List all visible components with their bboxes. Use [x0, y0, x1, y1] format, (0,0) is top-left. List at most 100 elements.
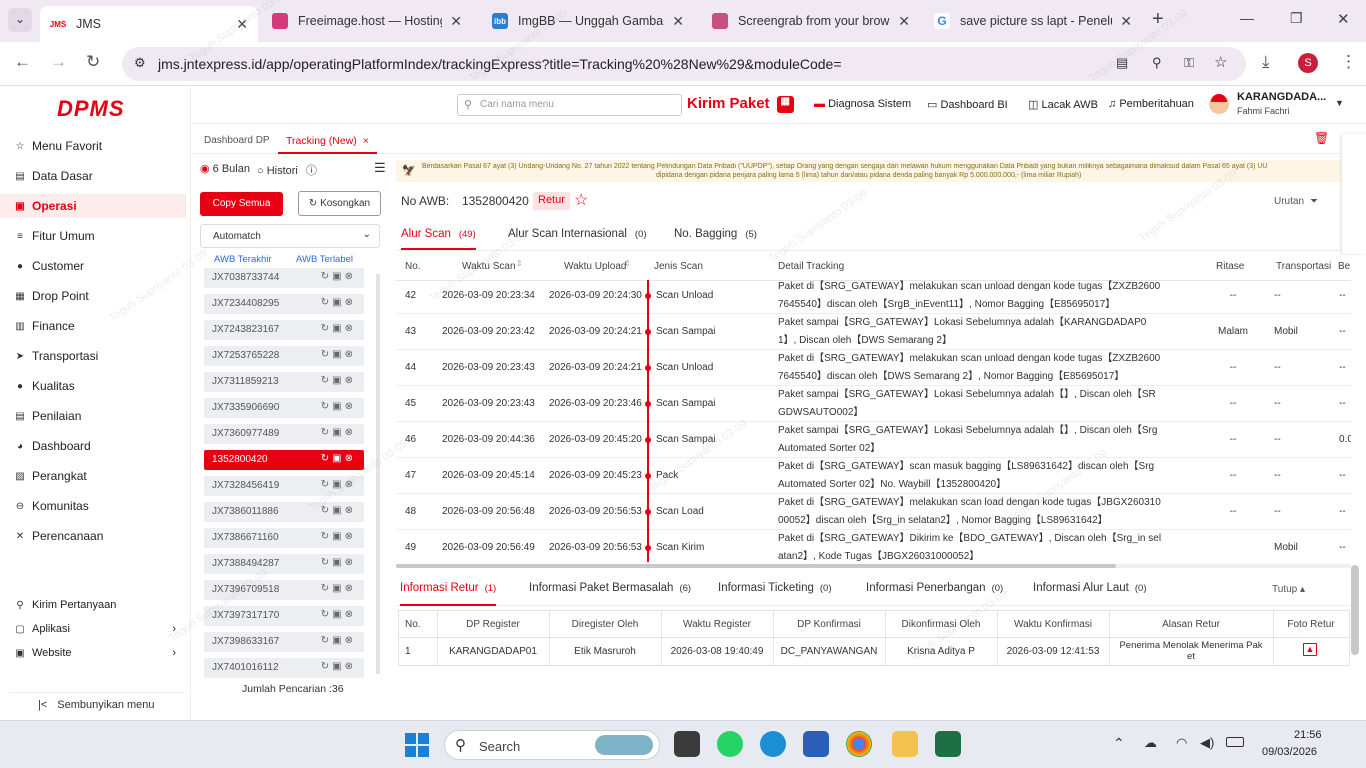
list-toggle-icon[interactable]: ☰ [374, 160, 386, 176]
awb-row-actions-icon[interactable]: ↻▣⊗ [321, 661, 356, 672]
file-explorer-icon[interactable] [892, 731, 918, 757]
info-tab-1[interactable]: Informasi Retur (1) [400, 582, 497, 606]
awb-list-item[interactable]: JX7328456419 ↻▣⊗ [204, 476, 364, 496]
sidebar-item-kualitas[interactable]: ● Kualitas [0, 374, 186, 398]
sidebar-item-penilaian[interactable]: ▤ Penilaian [0, 404, 186, 428]
close-tab-icon[interactable]: ✕ [672, 13, 684, 30]
tab-google[interactable]: G save picture ss lapt - Penelu ✕ [924, 6, 1142, 36]
sidebar-item-data-dasar[interactable]: ▤ Data Dasar [0, 164, 186, 188]
tab-dashboard-dp[interactable]: Dashboard DP [204, 135, 270, 146]
awb-row-actions-icon[interactable]: ↻▣⊗ [321, 349, 356, 360]
awb-row-actions-icon[interactable]: ↻▣⊗ [321, 531, 356, 542]
sort-icon[interactable]: ⇕ [516, 259, 523, 268]
awb-row-actions-icon[interactable]: ↻▣⊗ [321, 479, 356, 490]
trash-icon[interactable]: 🗑 [1314, 131, 1329, 145]
awb-list-item[interactable]: JX7388494287 ↻▣⊗ [204, 554, 364, 574]
awb-list-item[interactable]: JX7401016112 ↻▣⊗ [204, 658, 364, 678]
copy-all-button[interactable]: Copy Semua [200, 192, 283, 216]
awb-list-item[interactable]: JX7253765228 ↻▣⊗ [204, 346, 364, 366]
awb-list-item[interactable]: JX7397317170 ↻▣⊗ [204, 606, 364, 626]
awb-list-item[interactable]: JX7398633167 ↻▣⊗ [204, 632, 364, 652]
radio-histori[interactable]: ○ Histori ⓘ [257, 162, 317, 178]
awb-list-item[interactable]: JX7038733744 ↻▣⊗ [204, 268, 364, 288]
zoom-icon[interactable]: ⚲ [1152, 55, 1162, 71]
tab-freeimage[interactable]: Freeimage.host — Hosting G ✕ [262, 6, 472, 36]
favorite-star-icon[interactable]: ☆ [574, 190, 588, 210]
user-dropdown-icon[interactable]: ▼ [1335, 98, 1344, 108]
download-icon[interactable]: ⤓ [1262, 52, 1270, 72]
tab-search-button[interactable]: ⌄ [8, 8, 32, 32]
sidebar-bottom-kirim-pertanyaan[interactable]: ⚲ Kirim Pertanyaan [0, 593, 186, 617]
column-header[interactable]: Waktu Upload [564, 261, 626, 272]
close-window-icon[interactable]: ✕ [1337, 10, 1350, 28]
sidebar-item-operasi[interactable]: ▣ Operasi [0, 194, 186, 218]
sidebar-item-menu-favorit[interactable]: ☆ Menu Favorit [0, 134, 186, 158]
page-scrollbar[interactable] [1351, 565, 1359, 655]
awb-list-item[interactable]: JX7243823167 ↻▣⊗ [204, 320, 364, 340]
sort-icon[interactable]: ⇕ [624, 259, 631, 268]
awb-row-actions-icon[interactable]: ↻▣⊗ [321, 609, 356, 620]
lacak-awb-link[interactable]: ◫ Lacak AWB [1028, 98, 1098, 111]
awb-row-actions-icon[interactable]: ↻▣⊗ [321, 401, 356, 412]
awb-list-item[interactable]: JX7311859213 ↻▣⊗ [204, 372, 364, 392]
excel-icon[interactable] [935, 731, 961, 757]
awb-terlabel-link[interactable]: AWB Terlabel [296, 254, 353, 265]
awb-row-actions-icon[interactable]: ↻▣⊗ [321, 635, 356, 646]
scan-table-h-scrollbar[interactable] [396, 564, 1351, 568]
translate-icon[interactable]: ▤ [1116, 55, 1128, 71]
sidebar-item-drop-point[interactable]: ▦ Drop Point [0, 284, 186, 308]
hide-menu-button[interactable]: |< Sembunyikan menu [10, 692, 186, 712]
info-tab-5[interactable]: Informasi Alur Laut (0) [1033, 582, 1147, 606]
profile-avatar[interactable]: S [1298, 53, 1318, 73]
awb-list-item[interactable]: 1352800420 ↻▣⊗ [204, 450, 364, 470]
edge-icon[interactable] [760, 731, 786, 757]
awb-row-actions-icon[interactable]: ↻▣⊗ [321, 583, 356, 594]
tab-screengrab[interactable]: Screengrab from your brows ✕ [702, 6, 920, 36]
clear-button[interactable]: ↻ Kosongkan [298, 191, 381, 216]
awb-list-item[interactable]: JX7386011886 ↻▣⊗ [204, 502, 364, 522]
restore-icon[interactable]: ❐ [1290, 10, 1303, 27]
sidebar-bottom-aplikasi[interactable]: ▢ Aplikasi › [0, 617, 186, 641]
url-field[interactable]: ⚙ jms.jntexpress.id/app/operatingPlatfor… [122, 47, 1246, 81]
info-tab-4[interactable]: Informasi Penerbangan (0) [866, 582, 1003, 606]
automatch-select[interactable]: Automatch ⌄ [200, 224, 380, 248]
tab-tracking-new[interactable]: Tracking (New) × [278, 128, 377, 154]
tray-chevron-icon[interactable]: ⌃ [1113, 735, 1125, 752]
awb-row-actions-icon[interactable]: ↻▣⊗ [321, 297, 356, 308]
bookmark-star-icon[interactable]: ☆ [1214, 53, 1227, 71]
sidebar-bottom-website[interactable]: ▣ Website › [0, 641, 186, 665]
tab-imgbb[interactable]: ibb ImgBB — Unggah Gambar – ✕ [482, 6, 694, 36]
awb-list-item[interactable]: JX7396709518 ↻▣⊗ [204, 580, 364, 600]
sidebar-item-perencanaan[interactable]: ✕ Perencanaan [0, 524, 186, 548]
sidebar-item-fitur-umum[interactable]: ≡ Fitur Umum [0, 224, 186, 248]
sidebar-item-komunitas[interactable]: ⊖ Komunitas [0, 494, 186, 518]
tab-jms[interactable]: JMS JMS ✕ [40, 6, 258, 42]
awb-list-item[interactable]: JX7386671160 ↻▣⊗ [204, 528, 364, 548]
diagnosa-sistem-link[interactable]: ▬ Diagnosa Sistem [814, 98, 911, 110]
battery-icon[interactable] [1226, 737, 1244, 747]
close-tab-icon[interactable]: ✕ [450, 13, 462, 30]
wifi-icon[interactable]: ◠ [1176, 735, 1187, 751]
clock-time[interactable]: 21:56 [1294, 729, 1322, 741]
user-name[interactable]: KARANGDADA... [1237, 91, 1326, 103]
awb-list-scrollbar[interactable] [376, 274, 380, 674]
new-tab-icon[interactable]: + [1152, 8, 1164, 31]
info-tab-2[interactable]: Informasi Paket Bermasalah (6) [529, 582, 691, 606]
close-tab-icon[interactable]: ✕ [898, 13, 910, 30]
awb-row-actions-icon[interactable]: ↻▣⊗ [321, 557, 356, 568]
scan-tab-1[interactable]: Alur Scan (49) [401, 228, 476, 250]
scan-tab-2[interactable]: Alur Scan Internasional (0) [508, 228, 647, 250]
close-tab-icon[interactable]: ✕ [1120, 13, 1132, 30]
task-view-icon[interactable] [674, 731, 700, 757]
sidebar-item-perangkat[interactable]: ▨ Perangkat [0, 464, 186, 488]
sidebar-item-customer[interactable]: ● Customer [0, 254, 186, 278]
taskbar-search[interactable]: ⚲ Search [444, 730, 660, 760]
cloud-icon[interactable]: ☁ [1144, 735, 1157, 751]
tab-close-icon[interactable]: × [363, 135, 369, 147]
awb-row-actions-icon[interactable]: ↻▣⊗ [321, 453, 356, 464]
tutup-button[interactable]: Tutup ▴ [1272, 584, 1305, 595]
volume-icon[interactable]: ◀) [1200, 735, 1214, 751]
forward-icon[interactable]: → [50, 52, 67, 72]
scan-tab-3[interactable]: No. Bagging (5) [674, 228, 757, 250]
reload-icon[interactable]: ↻ [86, 52, 100, 72]
